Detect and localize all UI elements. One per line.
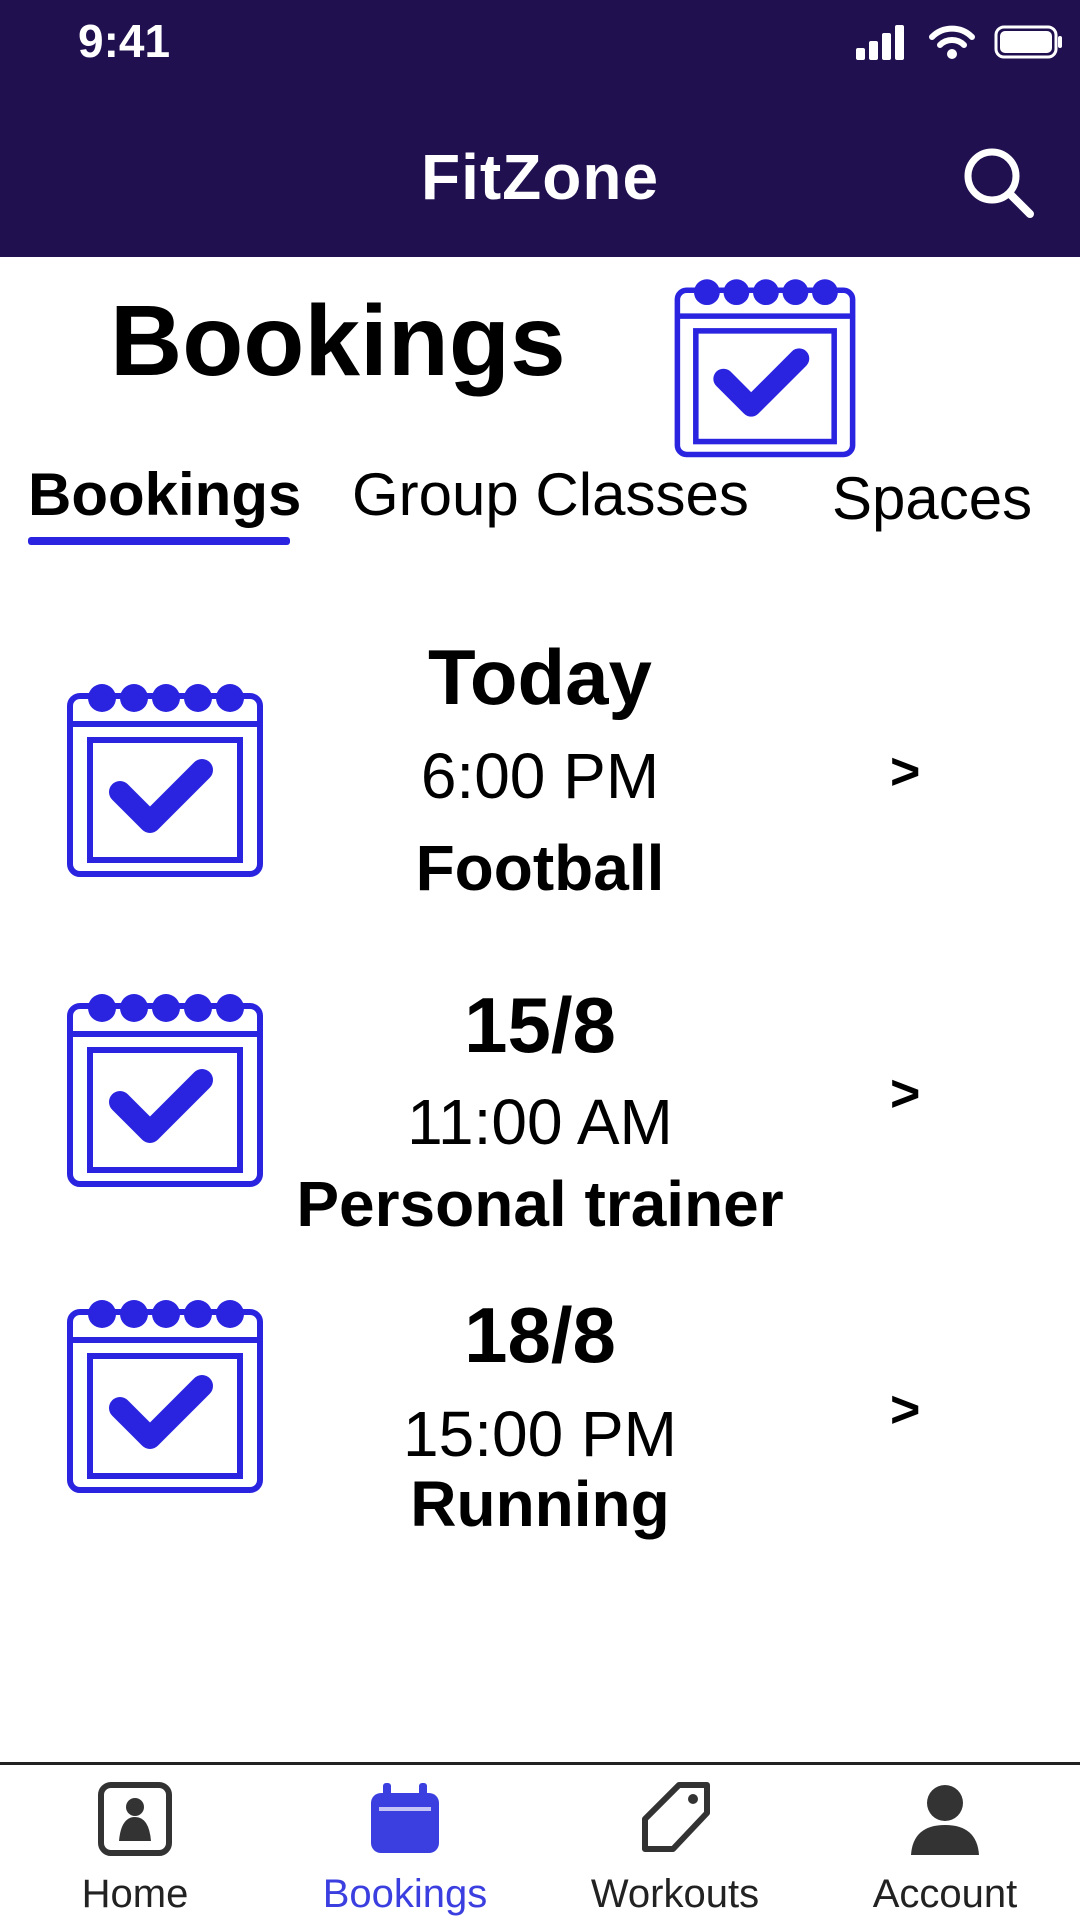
- nav-label: Bookings: [322, 1872, 488, 1916]
- person-icon: [911, 1785, 979, 1855]
- booking-time: 6:00 PM: [420, 740, 660, 812]
- active-tab-indicator: [28, 537, 290, 545]
- search-button[interactable]: [960, 144, 1036, 220]
- app-header: 9:41 FitZone: [0, 0, 1080, 257]
- booking-date: 18/8: [464, 1291, 616, 1379]
- booking-date: 15/8: [464, 981, 616, 1069]
- search-icon: [964, 148, 1034, 218]
- nav-bookings[interactable]: Bookings: [270, 1765, 540, 1923]
- calendar-check-icon: [67, 1300, 263, 1493]
- tab-bookings[interactable]: Bookings: [28, 460, 301, 529]
- tab-group-classes[interactable]: Group Classes: [352, 460, 749, 529]
- status-time: 9:41: [78, 15, 171, 67]
- booking-info: Today 6:00 PM Football: [280, 638, 800, 900]
- nav-home[interactable]: Home: [0, 1765, 270, 1923]
- bottom-nav: Home Bookings Workouts Account: [0, 1762, 1080, 1923]
- nav-label: Workouts: [590, 1872, 760, 1916]
- tab-spaces[interactable]: Spaces: [832, 464, 1032, 533]
- wifi-icon: [929, 25, 975, 59]
- chevron-right-icon[interactable]: >: [890, 1380, 920, 1440]
- nav-account[interactable]: Account: [810, 1765, 1080, 1923]
- booking-time: 11:00 AM: [407, 1086, 673, 1158]
- booking-activity: Personal trainer: [296, 1168, 784, 1240]
- booking-item[interactable]: Today 6:00 PM Football >: [0, 632, 1080, 922]
- booking-activity: Running: [410, 1468, 670, 1540]
- booking-item[interactable]: 18/8 15:00 PM Running >: [0, 1290, 1080, 1580]
- booking-activity: Football: [415, 832, 665, 904]
- status-icons: [854, 24, 1064, 60]
- chevron-right-icon[interactable]: >: [890, 742, 920, 802]
- booking-item[interactable]: 15/8 11:00 AM Personal trainer >: [0, 980, 1080, 1270]
- nav-label: Home: [81, 1872, 189, 1916]
- booking-info: 15/8 11:00 AM Personal trainer: [280, 986, 800, 1236]
- booking-time: 15:00 PM: [403, 1398, 677, 1470]
- app-title: FitZone: [420, 141, 660, 213]
- booking-date: Today: [428, 633, 652, 721]
- home-icon: [98, 1782, 172, 1856]
- calendar-icon: [371, 1783, 439, 1853]
- calendar-check-icon: [67, 684, 263, 877]
- calendar-check-icon: [674, 279, 856, 458]
- calendar-check-icon: [67, 994, 263, 1187]
- nav-workouts[interactable]: Workouts: [540, 1765, 810, 1923]
- tag-icon: [642, 1782, 710, 1852]
- signal-icon: [856, 25, 904, 60]
- page-title: Bookings: [110, 285, 566, 397]
- chevron-right-icon[interactable]: >: [890, 1064, 920, 1124]
- booking-info: 18/8 15:00 PM Running: [280, 1296, 800, 1536]
- battery-icon: [994, 25, 1062, 59]
- nav-label: Account: [872, 1872, 1018, 1916]
